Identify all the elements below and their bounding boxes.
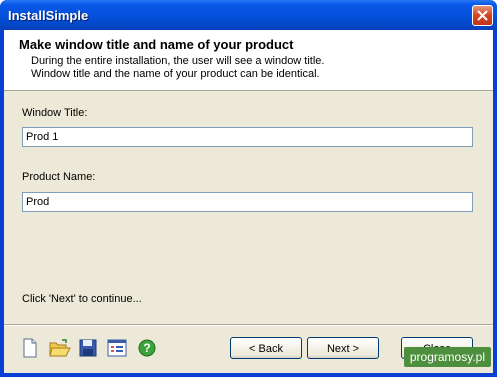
window-title-input[interactable]	[22, 127, 473, 147]
title-bar[interactable]: InstallSimple	[0, 0, 497, 30]
header-description-line1: During the entire installation, the user…	[31, 55, 325, 67]
header-description-line2: Window title and the name of your produc…	[31, 68, 320, 80]
installer-window: InstallSimple Make window title and name…	[0, 0, 497, 377]
new-document-icon[interactable]	[20, 338, 40, 358]
save-disk-icon[interactable]	[78, 338, 98, 358]
window-title: InstallSimple	[8, 8, 89, 23]
next-button[interactable]: Next >	[307, 337, 379, 359]
product-name-label: Product Name:	[22, 171, 96, 183]
open-folder-icon[interactable]	[49, 338, 71, 358]
list-settings-icon[interactable]	[107, 338, 127, 358]
wizard-header: Make window title and name of your produ…	[4, 30, 493, 91]
footer-separator	[4, 324, 493, 326]
continue-hint: Click 'Next' to continue...	[22, 293, 142, 305]
help-icon[interactable]: ?	[137, 338, 157, 358]
svg-text:?: ?	[143, 341, 150, 355]
window-title-label: Window Title:	[22, 107, 88, 119]
product-name-input[interactable]	[22, 192, 473, 212]
header-title: Make window title and name of your produ…	[19, 37, 294, 52]
wizard-client: Make window title and name of your produ…	[4, 30, 493, 373]
back-button[interactable]: < Back	[230, 337, 302, 359]
watermark-badge: programosy.pl	[403, 347, 491, 367]
close-window-icon[interactable]	[472, 5, 493, 26]
